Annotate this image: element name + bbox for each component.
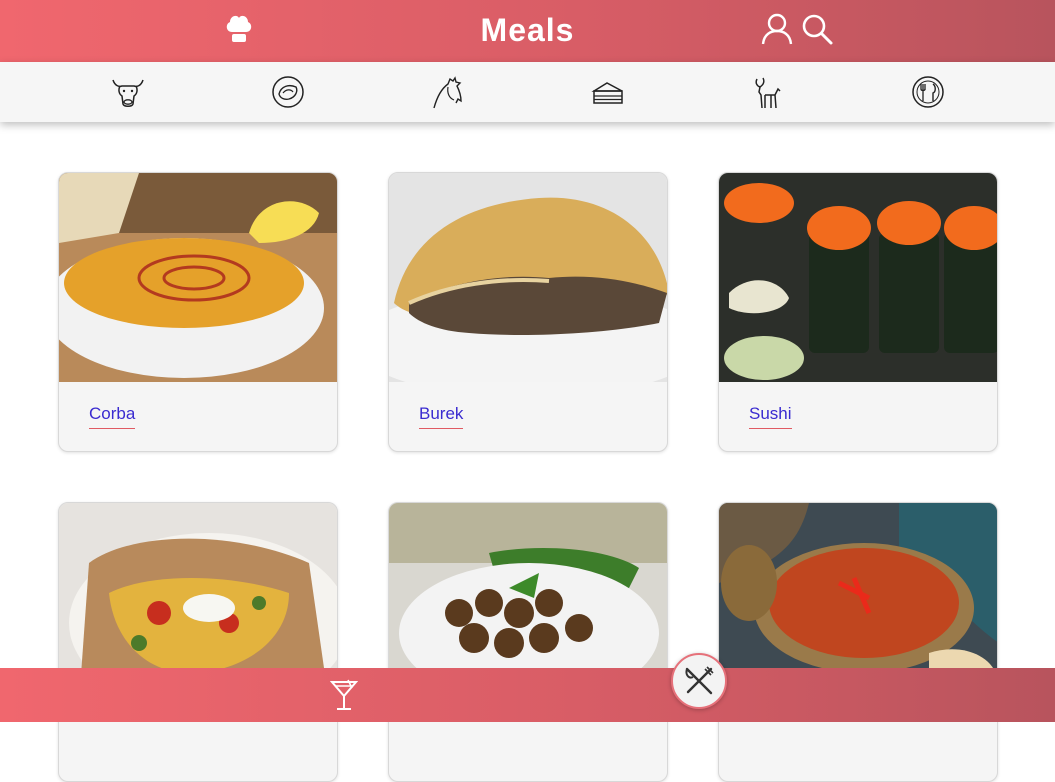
meal-image [389,173,667,382]
dessert-icon[interactable] [591,75,625,109]
cutlery-plate-icon[interactable] [911,75,945,109]
user-icon[interactable] [760,12,794,46]
bottom-nav-bar [0,668,1055,722]
cocktail-icon[interactable] [330,678,358,712]
meal-image [719,173,997,382]
meal-image [59,173,337,382]
page-title: Meals [480,12,575,48]
seafood-icon[interactable] [271,75,305,109]
meal-card[interactable] [58,502,338,782]
meal-card[interactable]: Burek [388,172,668,452]
meal-name[interactable]: Burek [419,404,464,429]
meals-fab-button[interactable] [671,653,727,709]
meal-card[interactable] [718,502,998,782]
meal-name[interactable]: Sushi [749,404,792,429]
meal-card[interactable]: Corba [58,172,338,452]
chicken-icon[interactable] [431,75,465,109]
goat-icon[interactable] [751,75,785,109]
meal-card[interactable] [388,502,668,782]
meal-name[interactable]: Corba [89,404,136,429]
fork-knife-icon [685,666,714,695]
search-icon[interactable] [800,12,834,46]
beef-icon[interactable] [111,75,145,109]
top-app-bar: Meals [0,0,1055,62]
meal-card[interactable]: Sushi [718,172,998,452]
category-bar [0,62,1055,122]
